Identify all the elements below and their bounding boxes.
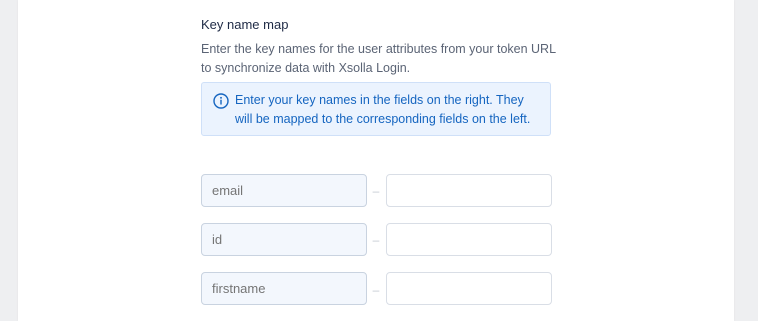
info-banner: Enter your key names in the fields on th… [201, 82, 551, 136]
info-text: Enter your key names in the fields on th… [235, 93, 531, 126]
section-description: Enter the key names for the user attribu… [201, 42, 556, 75]
info-icon [213, 93, 229, 109]
source-field-email[interactable] [201, 174, 367, 207]
source-field-id[interactable] [201, 223, 367, 256]
mapping-separator: – [372, 184, 380, 198]
target-field-email[interactable] [386, 174, 552, 207]
target-field-firstname[interactable] [386, 272, 552, 305]
mapping-separator: – [372, 283, 380, 297]
target-field-id[interactable] [386, 223, 552, 256]
section-title: Key name map [201, 17, 289, 32]
mapping-separator: – [372, 233, 380, 247]
source-field-firstname[interactable] [201, 272, 367, 305]
